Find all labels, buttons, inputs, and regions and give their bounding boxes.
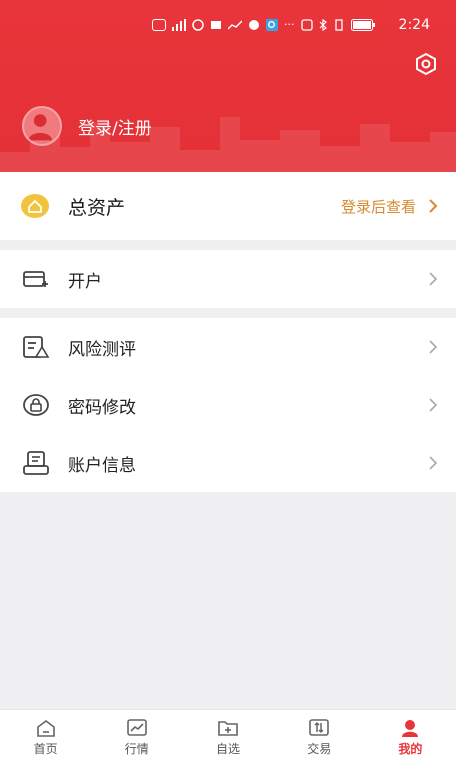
status-icons: ··· bbox=[152, 18, 375, 31]
tab-market[interactable]: 行情 bbox=[91, 710, 182, 760]
chevron-right-icon bbox=[429, 272, 438, 286]
home-icon bbox=[36, 720, 55, 737]
tab-label: 交易 bbox=[307, 742, 332, 756]
signal-icon bbox=[172, 18, 186, 31]
tab-label: 我的 bbox=[398, 742, 423, 756]
user-silhouette-icon bbox=[28, 114, 52, 141]
status-bar: ··· 2:24 bbox=[0, 14, 456, 38]
assets-icon bbox=[21, 194, 49, 218]
open-account-icon bbox=[23, 271, 48, 287]
account-settings-section: 风险测评 密码修改 账户信息 bbox=[0, 318, 456, 492]
profile-header: ··· 2:24 登录/注册 bbox=[0, 0, 456, 172]
total-assets-row[interactable]: 总资产 登录后查看 bbox=[0, 172, 456, 240]
menu-item-risk-assessment[interactable]: 风险测评 bbox=[0, 318, 456, 376]
exchange-icon bbox=[309, 719, 330, 736]
app-icon bbox=[249, 19, 259, 30]
menu-item-label: 开户 bbox=[68, 271, 102, 292]
assets-card: 总资产 登录后查看 bbox=[0, 172, 456, 240]
account-info-icon bbox=[23, 451, 49, 475]
tab-label: 自选 bbox=[216, 742, 241, 756]
view-after-login-link[interactable]: 登录后查看 bbox=[341, 196, 416, 217]
folder-plus-icon bbox=[218, 721, 238, 736]
tab-home[interactable]: 首页 bbox=[0, 710, 91, 760]
battery-icon bbox=[350, 18, 375, 31]
menu-item-account-info[interactable]: 账户信息 bbox=[0, 434, 456, 492]
trend-icon bbox=[228, 19, 242, 30]
chart-icon bbox=[126, 719, 147, 736]
skyline-decoration bbox=[0, 117, 456, 172]
menu-item-open-account[interactable]: 开户 bbox=[0, 250, 456, 308]
more-notifications-icon: ··· bbox=[284, 18, 295, 31]
bluetooth-icon bbox=[319, 18, 327, 31]
hd-icon bbox=[152, 18, 166, 31]
tab-watchlist[interactable]: 自选 bbox=[182, 710, 273, 760]
chevron-right-icon bbox=[429, 340, 438, 354]
search-app-icon bbox=[266, 18, 278, 31]
tab-trade[interactable]: 交易 bbox=[274, 710, 365, 760]
clock: 2:24 bbox=[398, 17, 430, 33]
menu-item-label: 账户信息 bbox=[68, 455, 136, 476]
chevron-right-icon bbox=[429, 199, 438, 213]
message-icon bbox=[211, 20, 221, 29]
tab-mine[interactable]: 我的 bbox=[365, 710, 456, 760]
account-open-section: 开户 bbox=[0, 250, 456, 308]
chevron-right-icon bbox=[429, 398, 438, 412]
risk-assessment-icon bbox=[23, 336, 50, 358]
password-lock-icon bbox=[23, 394, 49, 416]
avatar[interactable] bbox=[22, 106, 62, 146]
menu-item-label: 风险测评 bbox=[68, 339, 136, 360]
total-assets-label: 总资产 bbox=[68, 196, 126, 219]
tab-label: 首页 bbox=[33, 742, 58, 756]
menu-item-label: 密码修改 bbox=[68, 397, 136, 418]
nfc-icon bbox=[300, 18, 313, 31]
login-register-link[interactable]: 登录/注册 bbox=[78, 114, 152, 139]
bottom-tab-bar: 首页 行情 自选 交易 我的 bbox=[0, 709, 456, 760]
settings-icon[interactable] bbox=[414, 52, 438, 76]
menu-item-change-password[interactable]: 密码修改 bbox=[0, 376, 456, 434]
app-notification-icon bbox=[192, 18, 204, 31]
user-icon bbox=[402, 720, 419, 737]
chevron-right-icon bbox=[429, 456, 438, 470]
tab-label: 行情 bbox=[124, 742, 149, 756]
vibrate-icon bbox=[334, 18, 343, 31]
